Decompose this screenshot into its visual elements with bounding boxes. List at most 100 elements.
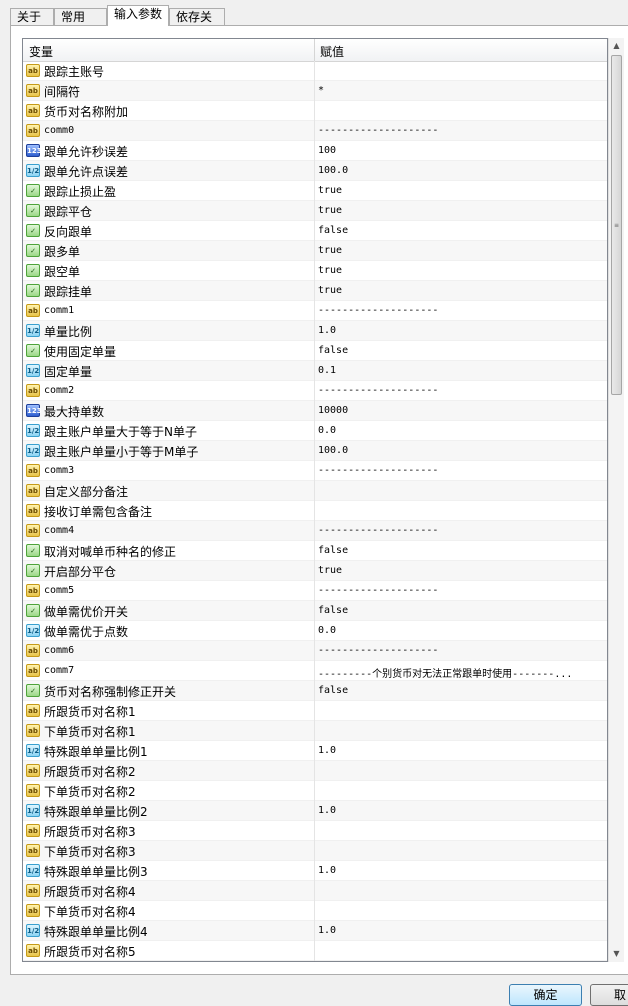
parameter-value[interactable]: -------------------- (318, 525, 605, 536)
parameter-name: 所跟货币对名称4 (44, 885, 136, 899)
parameter-name: comm3 (44, 465, 75, 476)
scrollbar-thumb[interactable]: ≡ (611, 55, 622, 395)
tab-about[interactable]: 关于 (10, 8, 54, 25)
parameter-value[interactable]: -------------------- (318, 305, 605, 316)
table-row[interactable]: ab 下单货币对名称2 (23, 781, 607, 801)
table-row[interactable]: 1/2 单量比例 1.0 (23, 321, 607, 341)
parameter-value[interactable]: false (318, 685, 605, 696)
parameter-value[interactable]: 0.0 (318, 625, 605, 636)
table-row[interactable]: ab 自定义部分备注 (23, 481, 607, 501)
parameter-value[interactable]: 100 (318, 145, 605, 156)
parameter-value[interactable]: true (318, 565, 605, 576)
table-row[interactable]: ab comm3 -------------------- (23, 461, 607, 481)
table-row[interactable]: ab comm4 -------------------- (23, 521, 607, 541)
table-row[interactable]: ✓ 跟踪挂单 true (23, 281, 607, 301)
table-row[interactable]: ab 接收订单需包含备注 (23, 501, 607, 521)
table-row[interactable]: ✓ 跟踪止损止盈 true (23, 181, 607, 201)
parameter-value[interactable]: -------------------- (318, 125, 605, 136)
table-row[interactable]: ab 所跟货币对名称5 (23, 941, 607, 961)
parameter-value[interactable]: * (318, 85, 605, 96)
ok-button[interactable]: 确定 (509, 984, 582, 1006)
table-row[interactable]: ab 下单货币对名称1 (23, 721, 607, 741)
parameter-value[interactable]: false (318, 605, 605, 616)
cell-divider (314, 441, 315, 461)
table-row[interactable]: ab 货币对名称附加 (23, 101, 607, 121)
parameter-value[interactable]: 100.0 (318, 165, 605, 176)
tab-common[interactable]: 常用 (54, 8, 107, 25)
parameter-value[interactable]: false (318, 225, 605, 236)
table-row[interactable]: 1/2 固定单量 0.1 (23, 361, 607, 381)
double-type-icon: 1/2 (26, 864, 40, 877)
table-row[interactable]: ✓ 跟空单 true (23, 261, 607, 281)
table-row[interactable]: ab 所跟货币对名称3 (23, 821, 607, 841)
string-type-icon: ab (26, 384, 40, 397)
parameter-name: 做单需优于点数 (44, 625, 129, 639)
table-row[interactable]: 1/2 特殊跟单单量比例3 1.0 (23, 861, 607, 881)
table-row[interactable]: ✓ 取消对喊单币种名的修正 false (23, 541, 607, 561)
table-row[interactable]: ab 所跟货币对名称4 (23, 881, 607, 901)
parameter-value[interactable]: 1.0 (318, 745, 605, 756)
table-row[interactable]: ✓ 开启部分平仓 true (23, 561, 607, 581)
table-row[interactable]: 1/2 跟主账户单量小于等于M单子 100.0 (23, 441, 607, 461)
parameter-value[interactable]: -------------------- (318, 465, 605, 476)
cell-divider (314, 701, 315, 721)
parameter-value[interactable]: ---------个别货币对无法正常跟单时使用-------... (318, 665, 605, 680)
column-divider[interactable] (314, 39, 315, 61)
scroll-down-arrow-icon[interactable]: ▼ (609, 946, 624, 962)
table-row[interactable]: 1/2 特殊跟单单量比例4 1.0 (23, 921, 607, 941)
parameter-value[interactable]: 1.0 (318, 805, 605, 816)
column-header-variable[interactable]: 变量 (29, 43, 53, 60)
table-row[interactable]: ab comm5 -------------------- (23, 581, 607, 601)
table-row[interactable]: ✓ 使用固定单量 false (23, 341, 607, 361)
table-row[interactable]: ✓ 跟踪平仓 true (23, 201, 607, 221)
table-row[interactable]: ab comm1 -------------------- (23, 301, 607, 321)
table-row[interactable]: ab 下单货币对名称4 (23, 901, 607, 921)
column-header-value[interactable]: 赋值 (320, 43, 344, 60)
vertical-scrollbar[interactable]: ▲ ≡ ▼ (608, 38, 624, 962)
tab-dependencies[interactable]: 依存关系 (169, 8, 225, 41)
table-row[interactable]: ab comm7 ---------个别货币对无法正常跟单时使用-------... (23, 661, 607, 681)
parameter-value[interactable]: 0.0 (318, 425, 605, 436)
table-row[interactable]: 1/2 做单需优于点数 0.0 (23, 621, 607, 641)
reset-button[interactable]: 取 (590, 984, 628, 1006)
parameter-value[interactable]: 100.0 (318, 445, 605, 456)
scroll-up-arrow-icon[interactable]: ▲ (609, 38, 624, 54)
table-row[interactable]: ✓ 跟多单 true (23, 241, 607, 261)
table-row[interactable]: ab 下单货币对名称3 (23, 841, 607, 861)
table-row[interactable]: ab comm0 -------------------- (23, 121, 607, 141)
table-row[interactable]: ab 间隔符 * (23, 81, 607, 101)
table-row[interactable]: ✓ 做单需优价开关 false (23, 601, 607, 621)
parameter-value[interactable]: -------------------- (318, 645, 605, 656)
tab-inputs[interactable]: 输入参数 (107, 5, 169, 26)
parameter-value[interactable]: -------------------- (318, 585, 605, 596)
table-row[interactable]: 1/2 特殊跟单单量比例2 1.0 (23, 801, 607, 821)
table-row[interactable]: ✓ 货币对名称强制修正开关 false (23, 681, 607, 701)
cell-divider (314, 121, 315, 141)
table-row[interactable]: ab comm2 -------------------- (23, 381, 607, 401)
parameter-value[interactable]: true (318, 285, 605, 296)
table-row[interactable]: 123 最大持单数 10000 (23, 401, 607, 421)
table-row[interactable]: 1/2 跟主账户单量大于等于N单子 0.0 (23, 421, 607, 441)
table-row[interactable]: 1/2 跟单允许点误差 100.0 (23, 161, 607, 181)
table-row[interactable]: 1/2 特殊跟单单量比例1 1.0 (23, 741, 607, 761)
parameter-value[interactable]: false (318, 545, 605, 556)
parameter-value[interactable]: 1.0 (318, 925, 605, 936)
bool-type-icon: ✓ (26, 344, 40, 357)
table-row[interactable]: ✓ 反向跟单 false (23, 221, 607, 241)
table-row[interactable]: ab 跟踪主账号 (23, 61, 607, 81)
parameter-value[interactable]: 10000 (318, 405, 605, 416)
table-row[interactable]: ab 所跟货币对名称1 (23, 701, 607, 721)
parameter-value[interactable]: 1.0 (318, 325, 605, 336)
table-row[interactable]: ab comm6 -------------------- (23, 641, 607, 661)
parameter-name: 做单需优价开关 (44, 605, 129, 619)
table-row[interactable]: 123 跟单允许秒误差 100 (23, 141, 607, 161)
parameter-value[interactable]: -------------------- (318, 385, 605, 396)
parameter-value[interactable]: false (318, 345, 605, 356)
parameter-value[interactable]: 1.0 (318, 865, 605, 876)
parameter-value[interactable]: 0.1 (318, 365, 605, 376)
parameter-value[interactable]: true (318, 185, 605, 196)
parameter-value[interactable]: true (318, 245, 605, 256)
parameter-value[interactable]: true (318, 205, 605, 216)
table-row[interactable]: ab 所跟货币对名称2 (23, 761, 607, 781)
parameter-value[interactable]: true (318, 265, 605, 276)
